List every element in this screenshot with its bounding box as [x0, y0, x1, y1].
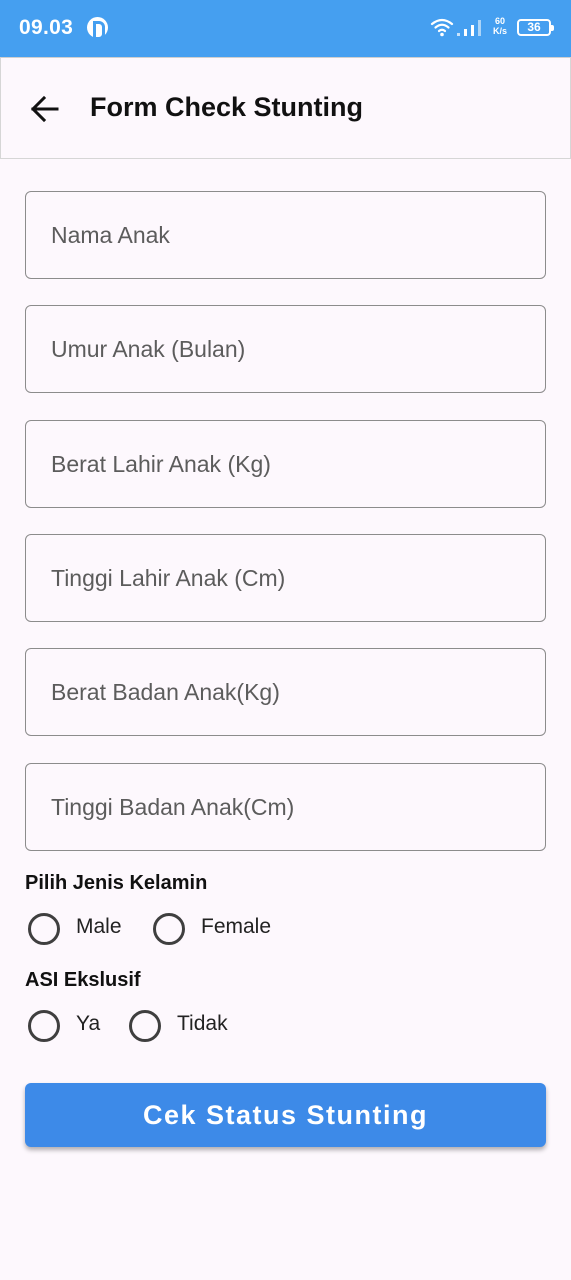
tinggi-badan-input[interactable]: [26, 764, 545, 850]
battery-level: 36: [527, 20, 541, 34]
status-bar: 09.03 60 K/s 36: [0, 0, 571, 57]
berat-lahir-field[interactable]: [25, 420, 546, 508]
gender-label: Pilih Jenis Kelamin: [25, 872, 208, 894]
cek-status-stunting-button[interactable]: Cek Status Stunting: [25, 1083, 546, 1147]
signal-icon: [457, 20, 481, 36]
radio-male-label[interactable]: Male: [76, 915, 122, 939]
radio-female[interactable]: [153, 913, 185, 945]
page-title: Form Check Stunting: [90, 92, 364, 122]
back-arrow-icon[interactable]: [23, 87, 67, 131]
berat-badan-input[interactable]: [26, 649, 545, 735]
nama-anak-field[interactable]: [25, 191, 546, 279]
app-bar: Form Check Stunting: [0, 57, 571, 159]
umur-anak-input[interactable]: [26, 306, 545, 392]
radio-ya-label[interactable]: Ya: [76, 1012, 100, 1036]
radio-male[interactable]: [28, 913, 60, 945]
battery-icon: 36: [517, 19, 554, 36]
network-speed: 60 K/s: [489, 16, 511, 36]
asi-label: ASI Ekslusif: [25, 969, 141, 991]
network-speed-value: 60: [494, 16, 505, 26]
tinggi-lahir-field[interactable]: [25, 534, 546, 622]
berat-badan-field[interactable]: [25, 648, 546, 736]
status-time: 09.03: [19, 16, 74, 39]
tinggi-badan-field[interactable]: [25, 763, 546, 851]
umur-anak-field[interactable]: [25, 305, 546, 393]
radio-female-label[interactable]: Female: [201, 915, 271, 939]
radio-tidak[interactable]: [129, 1010, 161, 1042]
radio-tidak-label[interactable]: Tidak: [177, 1012, 228, 1036]
network-speed-unit: K/s: [492, 26, 507, 36]
tinggi-lahir-input[interactable]: [26, 535, 545, 621]
radio-ya[interactable]: [28, 1010, 60, 1042]
nama-anak-input[interactable]: [26, 192, 545, 278]
notification-app-icon: [87, 17, 108, 40]
berat-lahir-input[interactable]: [26, 421, 545, 507]
wifi-icon: [430, 18, 454, 37]
